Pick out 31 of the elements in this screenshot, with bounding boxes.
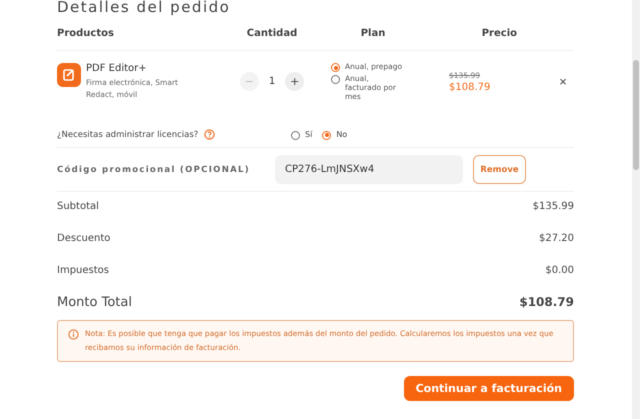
document-edit-icon — [57, 62, 81, 86]
column-header: Precio — [480, 28, 517, 39]
quantity-value: 1 — [268, 76, 276, 87]
summary-value: $0.00 — [545, 265, 574, 278]
help-icon[interactable] — [204, 129, 216, 140]
total-value: $108.79 — [519, 295, 574, 311]
scrollbar[interactable] — [632, 0, 640, 419]
summary-value: $27.20 — [539, 233, 574, 246]
promo-code-field[interactable]: CP276-LmJNSXw4 — [275, 155, 463, 184]
summary-label: Impuestos — [57, 265, 109, 278]
column-header: Plan — [360, 28, 386, 39]
product-name: PDF Editor+ — [86, 62, 148, 74]
increment-button[interactable]: + — [285, 72, 304, 91]
summary-value: $135.99 — [532, 201, 574, 214]
total-label: Monto Total — [57, 295, 132, 312]
radio-label: Sí — [305, 130, 312, 138]
radio-button[interactable] — [322, 130, 332, 140]
radio-label: No — [336, 130, 348, 138]
radio-button[interactable] — [331, 63, 340, 72]
remove-button[interactable]: × — [556, 74, 570, 89]
column-header: Productos — [57, 28, 115, 39]
promo-code-label: Código promocional (OPCIONAL) — [57, 164, 251, 174]
summary-label: Subtotal — [57, 201, 99, 214]
summary-label: Descuento — [57, 233, 110, 246]
column-header: Cantidad — [246, 28, 298, 39]
discounted-price: $108.79 — [449, 82, 492, 92]
page-title: Detalles del pedido — [57, 0, 232, 14]
license-question: ¿Necesitas administrar licencias? — [57, 130, 198, 140]
info-icon — [68, 329, 79, 340]
radio-button[interactable] — [291, 130, 300, 140]
radio-button[interactable] — [331, 75, 340, 84]
